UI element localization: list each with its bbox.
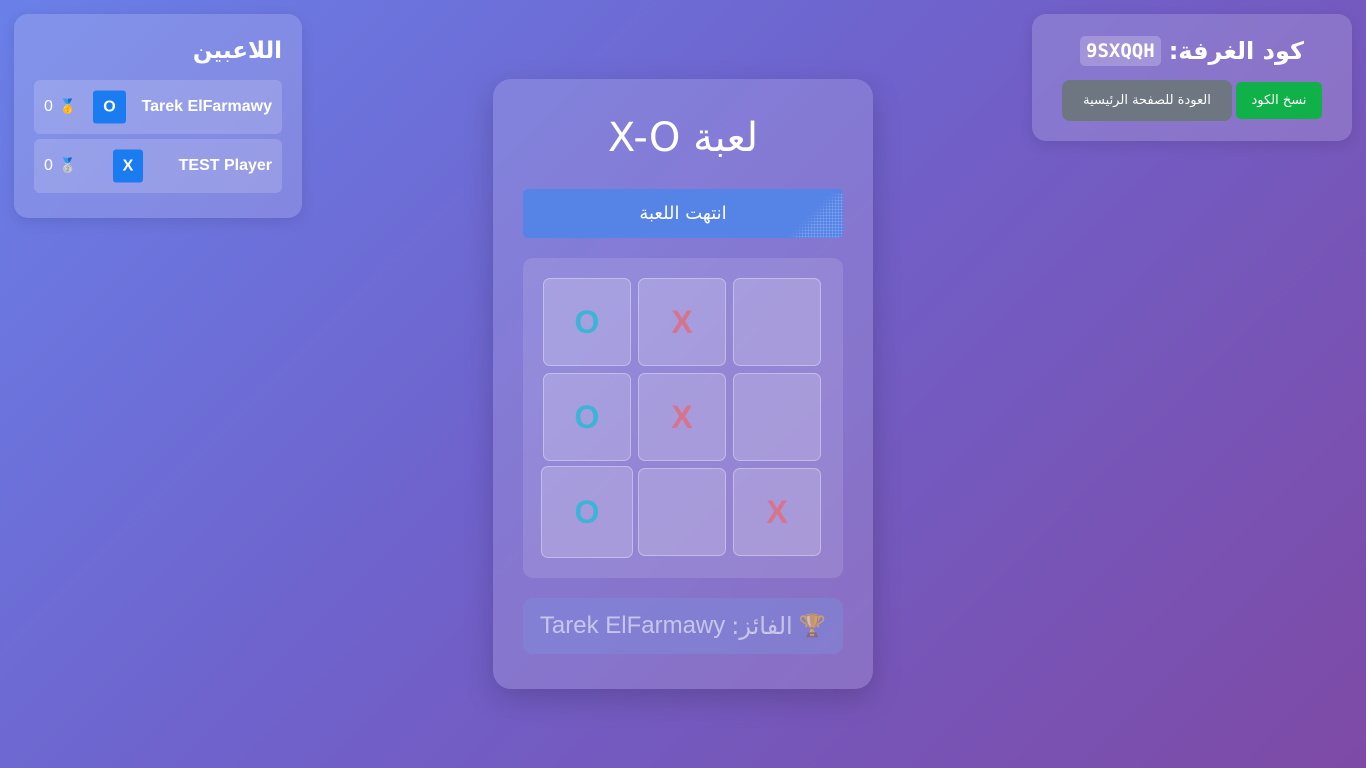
board-cell[interactable]: X: [638, 373, 726, 461]
room-card: كود الغرفة: 9SXQQH نسخ الكود العودة للصف…: [1032, 14, 1352, 141]
room-buttons: نسخ الكود العودة للصفحة الرئيسية: [1032, 80, 1352, 121]
players-title: اللاعبين: [192, 38, 282, 64]
room-code: 9SXQQH: [1080, 36, 1161, 66]
player-symbol-badge: O: [93, 90, 126, 124]
winner-name: Tarek ElFarmawy: [539, 612, 726, 639]
player-score: 0: [44, 98, 53, 115]
board-cell[interactable]: O: [541, 466, 633, 558]
board-cell[interactable]: [638, 468, 726, 556]
back-home-button[interactable]: العودة للصفحة الرئيسية: [1062, 80, 1232, 121]
board-cell[interactable]: X: [638, 278, 726, 366]
player-name: TEST Player: [178, 157, 272, 174]
room-code-label: كود الغرفة:: [1168, 37, 1304, 65]
game-board: O X O X O X: [523, 258, 843, 578]
player-name: Tarek ElFarmawy: [141, 98, 272, 115]
player-symbol-badge: X: [113, 149, 143, 183]
player-score: 0: [44, 157, 53, 174]
player-row: Tarek ElFarmawy O 🥇 0: [34, 80, 282, 134]
winner-banner: 🏆 الفائز: Tarek ElFarmawy: [523, 598, 843, 654]
board-cell[interactable]: [733, 373, 821, 461]
player-row: TEST Player X 🥈 0: [34, 139, 282, 193]
trophy-icon: 🏆: [798, 613, 827, 639]
board-cell[interactable]: O: [543, 373, 631, 461]
game-title: لعبة X-O: [607, 115, 759, 161]
players-card: اللاعبين Tarek ElFarmawy O 🥇 0 TEST Play…: [14, 14, 302, 218]
board-cell[interactable]: O: [543, 278, 631, 366]
board-cell[interactable]: X: [733, 468, 821, 556]
room-title: كود الغرفة: 9SXQQH: [1032, 36, 1352, 66]
game-card: لعبة X-O انتهت اللعبة O X O X O X 🏆 الفا…: [493, 79, 873, 689]
game-status: انتهت اللعبة: [523, 189, 843, 238]
copy-code-button[interactable]: نسخ الكود: [1236, 82, 1322, 119]
silver-medal-icon: 🥈: [59, 158, 77, 174]
board-cell[interactable]: [733, 278, 821, 366]
winner-label: الفائز:: [731, 612, 793, 640]
gold-medal-icon: 🥇: [59, 99, 77, 115]
